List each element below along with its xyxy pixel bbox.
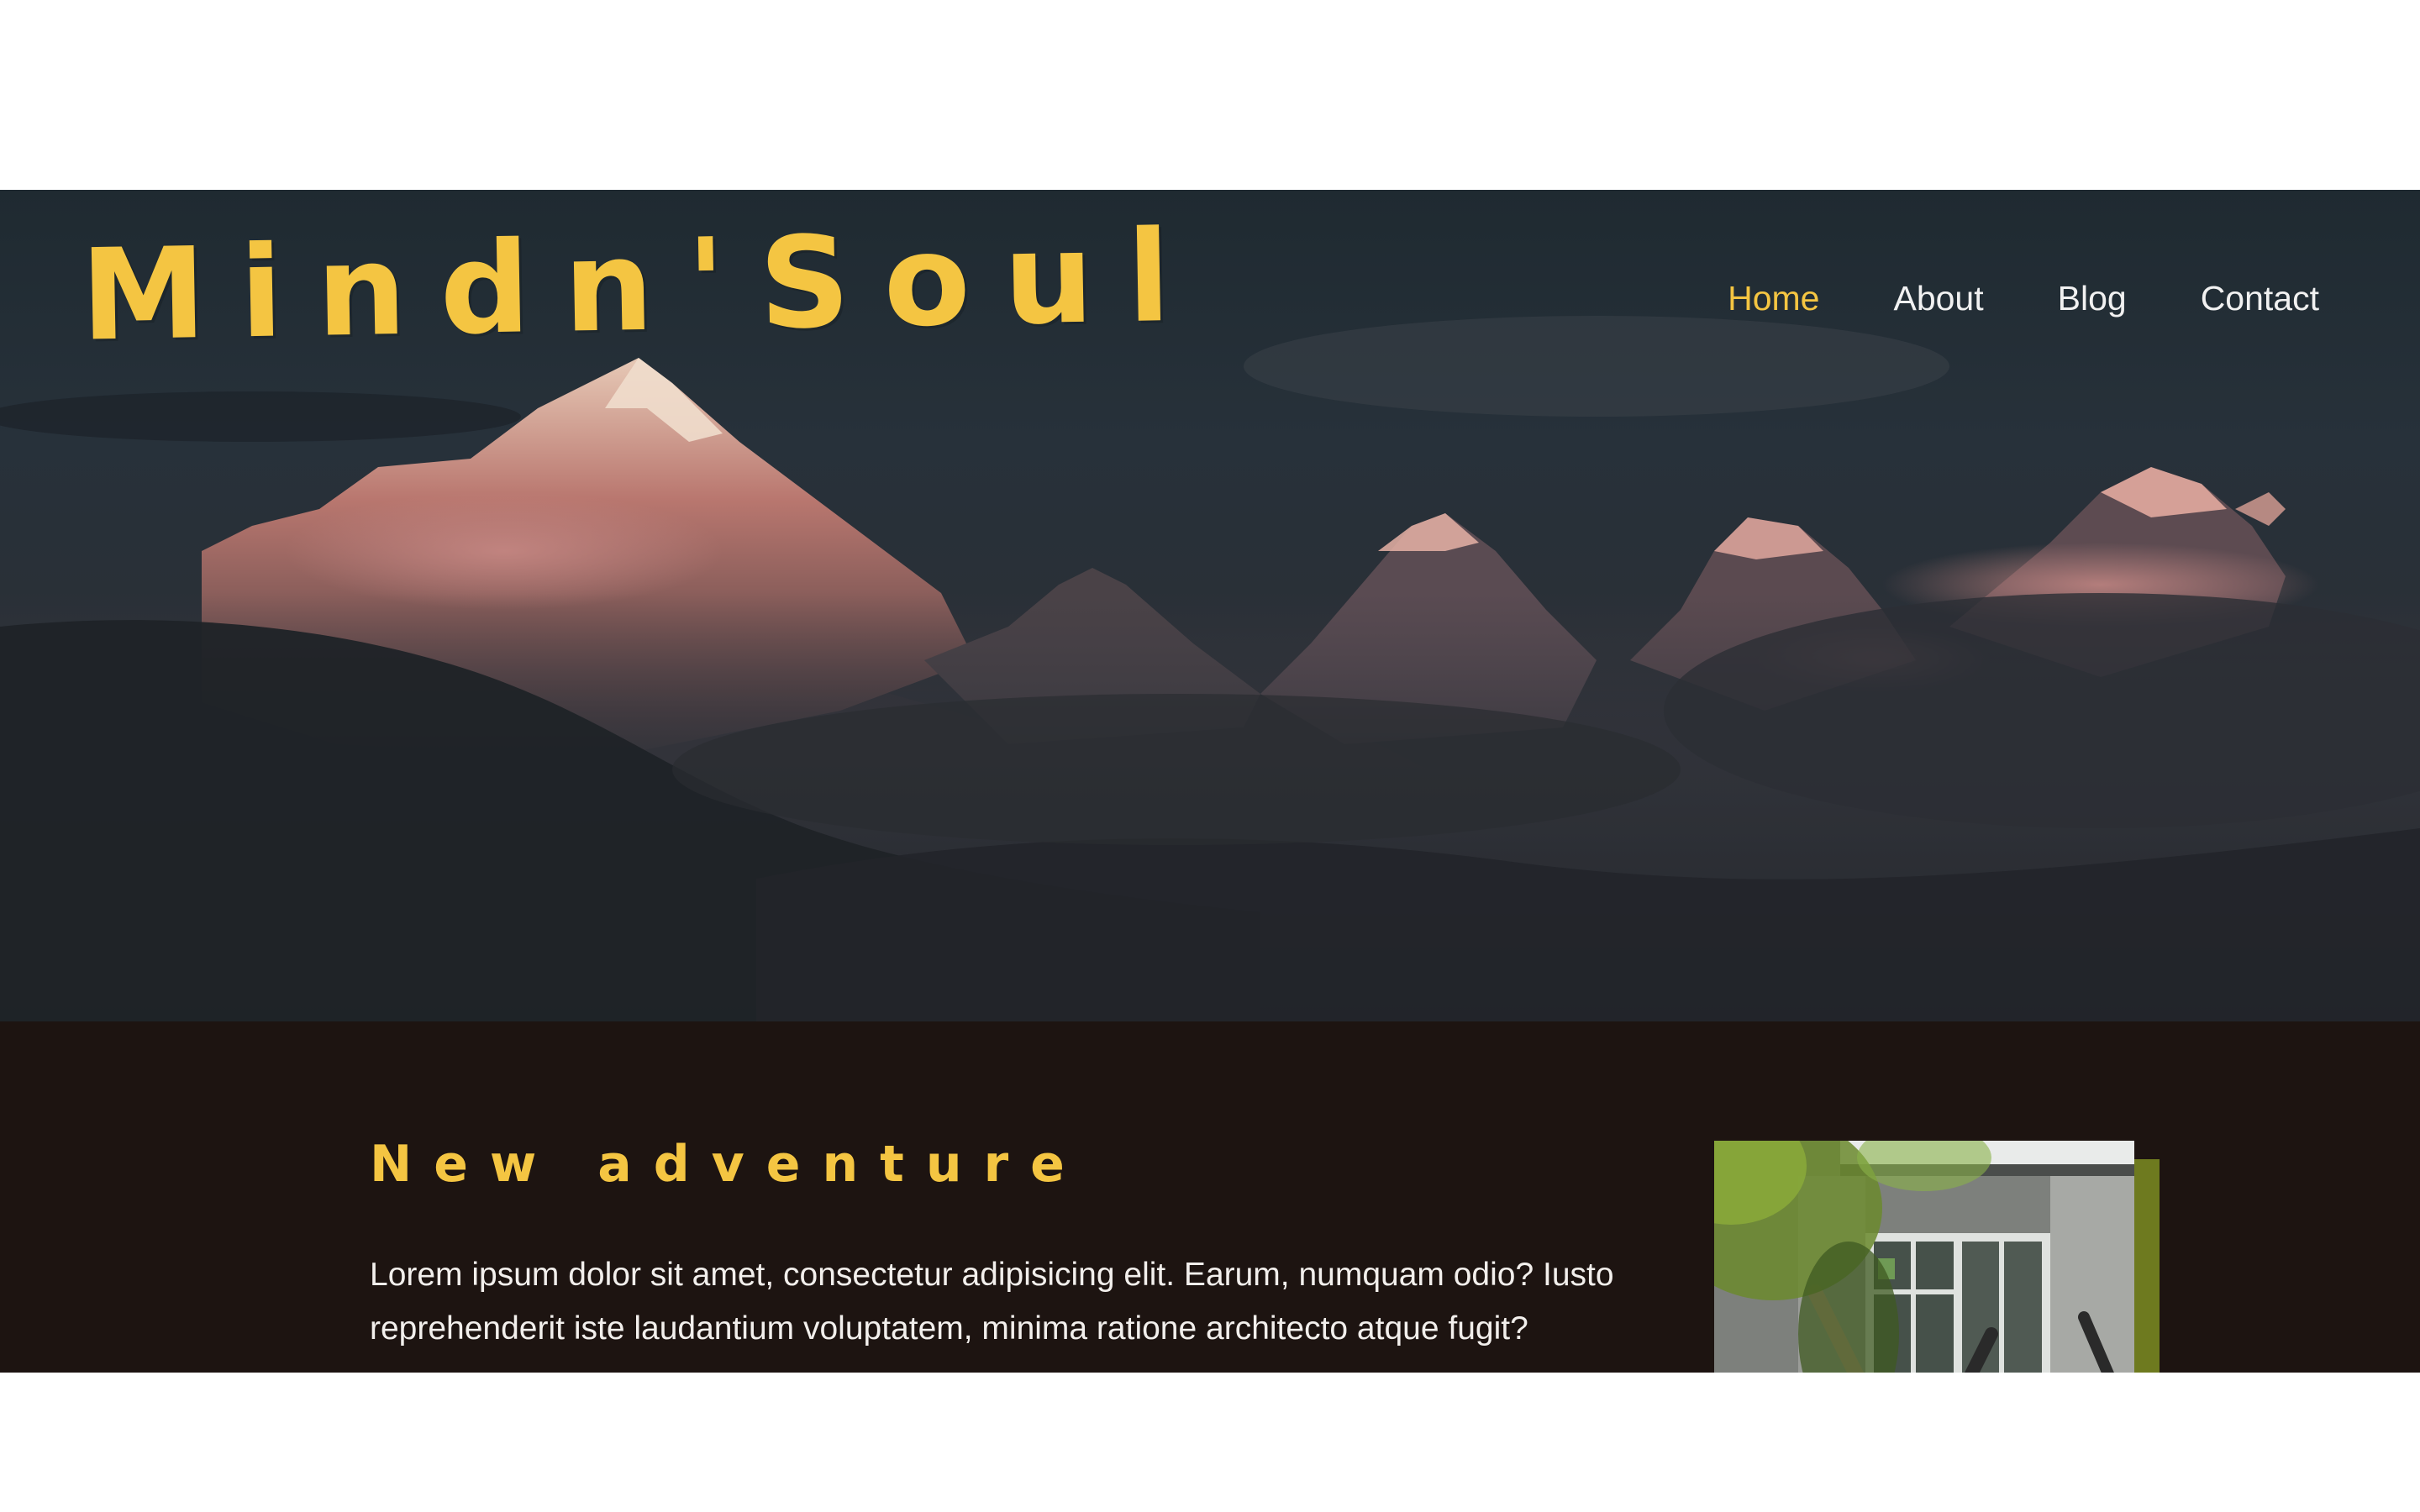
article-image xyxy=(1714,1141,2134,1373)
main-nav: Home About Blog Contact xyxy=(1728,279,2319,318)
nav-item-contact: Contact xyxy=(2201,279,2319,318)
page-viewport: Mindn'Soul Home About Blog Contact New a… xyxy=(0,190,2420,1373)
nav-item-blog: Blog xyxy=(2058,279,2127,318)
article-section: New adventure Lorem ipsum dolor sit amet… xyxy=(0,1021,2420,1373)
yoga-photo-illustration xyxy=(1714,1141,2134,1373)
nav-link-blog[interactable]: Blog xyxy=(2058,279,2127,318)
nav-link-contact[interactable]: Contact xyxy=(2201,279,2319,318)
nav-item-about: About xyxy=(1893,279,1983,318)
nav-link-home[interactable]: Home xyxy=(1728,279,1819,318)
nav-link-about[interactable]: About xyxy=(1893,279,1983,318)
nav-item-home: Home xyxy=(1728,279,1819,318)
hero-section: Mindn'Soul Home About Blog Contact xyxy=(0,190,2420,1021)
article-title: New adventure xyxy=(370,1135,1086,1194)
article-body: Lorem ipsum dolor sit amet, consectetur … xyxy=(370,1257,1614,1347)
article-image-frame xyxy=(1714,1141,2160,1373)
site-logo[interactable]: Mindn'Soul xyxy=(80,203,1206,369)
